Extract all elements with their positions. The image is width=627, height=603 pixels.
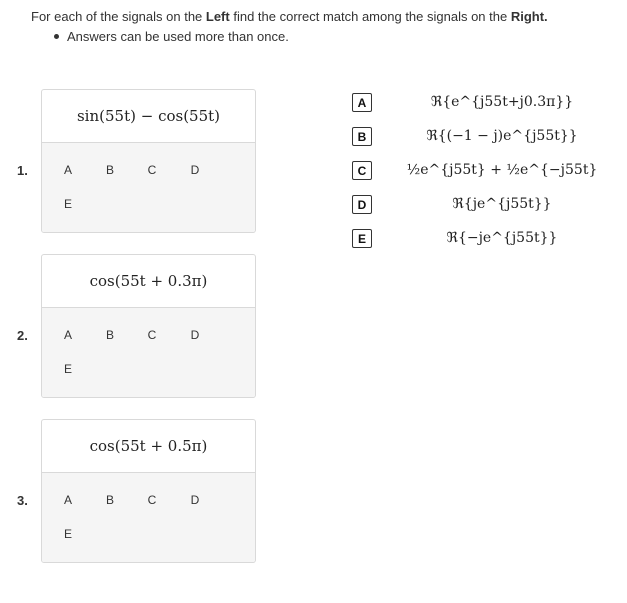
option-c[interactable]: C [139,158,165,182]
option-c[interactable]: C [139,323,165,347]
answer-label-d: D [352,195,372,214]
option-a[interactable]: A [55,488,81,512]
option-e[interactable]: E [55,522,81,546]
option-b[interactable]: B [97,158,123,182]
answer-item: C ½e^{j55t} + ½e^{−j55t} [352,161,612,183]
option-a[interactable]: A [55,323,81,347]
option-d[interactable]: D [182,488,208,512]
question-card: sin(55t) − cos(55t) A B C D E [41,89,256,233]
question-card: cos(55t + 0.5π) A B C D E [41,419,256,563]
option-e[interactable]: E [55,357,81,381]
answer-options: A B C D E [42,143,255,232]
instructions-bullet: Answers can be used more than once. [54,29,289,44]
option-a[interactable]: A [55,158,81,182]
instructions-middle: find the correct match among the signals… [229,9,511,24]
instructions: For each of the signals on the Left find… [31,9,548,24]
bullet-dot-icon [54,34,59,40]
answer-expression: ℜ{je^{j55t}} [452,196,552,212]
answer-item: D ℜ{je^{j55t}} [352,195,612,217]
answer-item: B ℜ{(−1 − j)e^{j55t}} [352,127,612,149]
answer-options: A B C D E [42,473,255,562]
answer-label-c: C [352,161,372,180]
option-b[interactable]: B [97,488,123,512]
option-d[interactable]: D [182,158,208,182]
answer-item: A ℜ{e^{j55t+j0.3π}} [352,93,612,115]
question-expression: sin(55t) − cos(55t) [42,90,255,143]
answer-options: A B C D E [42,308,255,397]
instructions-right-word: Right. [510,9,548,24]
option-c[interactable]: C [139,488,165,512]
option-d[interactable]: D [182,323,208,347]
answer-expression: ℜ{(−1 − j)e^{j55t}} [426,128,578,144]
answer-label-a: A [352,93,372,112]
answer-label-b: B [352,127,372,146]
answer-expression: ½e^{j55t} + ½e^{−j55t} [406,162,598,178]
question-number: 1. [17,163,28,178]
answer-item: E ℜ{−je^{j55t}} [352,229,612,251]
answer-expression: ℜ{e^{j55t+j0.3π}} [430,94,574,110]
bullet-text: Answers can be used more than once. [67,29,289,44]
instructions-left-word: Left [205,9,230,24]
answer-expression: ℜ{−je^{j55t}} [446,230,558,246]
instructions-prefix: For each of the signals on the [31,9,206,24]
question-expression: cos(55t + 0.3π) [42,255,255,308]
question-card: cos(55t + 0.3π) A B C D E [41,254,256,398]
answer-label-e: E [352,229,372,248]
option-b[interactable]: B [97,323,123,347]
option-e[interactable]: E [55,192,81,216]
question-number: 3. [17,493,28,508]
question-expression: cos(55t + 0.5π) [42,420,255,473]
question-number: 2. [17,328,28,343]
